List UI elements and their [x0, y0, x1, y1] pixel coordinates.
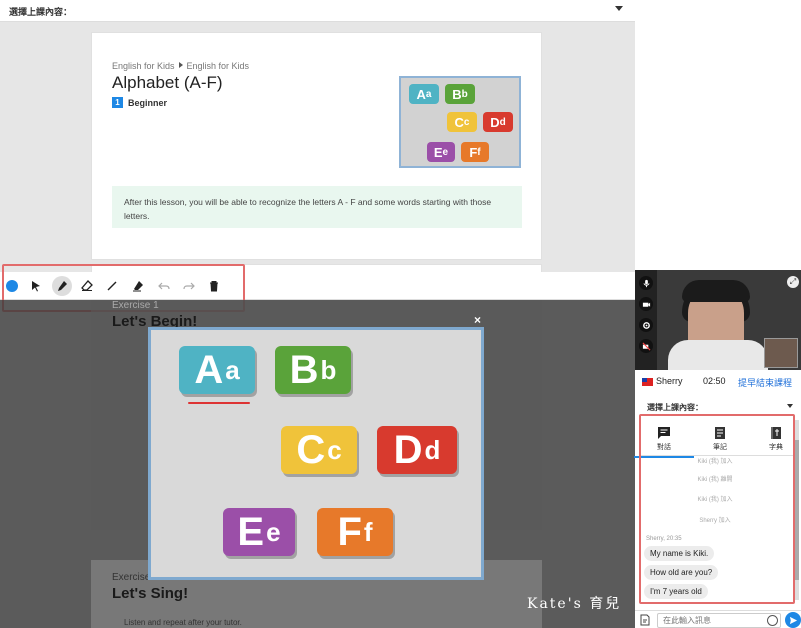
chat-system-message: Kiki (我) 加入 [697, 459, 733, 465]
exercise-title: Let's Sing! [112, 585, 189, 602]
chat-sender-meta: Sherry, 20:35 [646, 536, 682, 542]
breadcrumb-item[interactable]: English for Kids [187, 61, 250, 71]
classroom-window: { "topbar": { "select_label": "選擇上課內容：" … [0, 0, 801, 628]
chevron-down-icon[interactable] [615, 6, 623, 11]
end-class-link[interactable]: 提早結束課程 [738, 376, 792, 389]
lesson-header-card: English for Kids English for Kids Alphabe… [91, 32, 542, 260]
chat-input[interactable] [657, 613, 781, 628]
chat-system-message: Kiki (我) 離開 [697, 477, 733, 483]
gear-icon [642, 321, 650, 329]
tab-dictionary[interactable]: 字典 [758, 426, 794, 452]
exercise-instruction: Listen and repeat after your tutor. [112, 610, 522, 628]
course-select-bar[interactable]: 選擇上課內容： [0, 0, 635, 22]
clear-all-button[interactable] [205, 277, 223, 295]
select-tool-button[interactable] [27, 277, 45, 295]
letter-card-f: Ff [317, 508, 393, 556]
level-badge: 1 Beginner [112, 97, 167, 108]
thumb-letter-c: Cc [447, 112, 477, 132]
hide-video-button[interactable] [639, 339, 653, 353]
color-picker-button[interactable] [3, 277, 21, 295]
marker-icon [58, 281, 67, 291]
notes-icon [715, 427, 725, 439]
undo-button[interactable] [155, 277, 173, 295]
right-course-select-label: 選擇上課內容： [647, 403, 703, 412]
chat-system-message: Sherry 加入 [699, 518, 731, 524]
exercise-label: Exercise 1 [112, 300, 159, 311]
letter-card-a: Aa [179, 346, 255, 394]
close-icon[interactable]: × [474, 313, 481, 327]
chat-log: Kiki (我) 加入 Kiki (我) 離開 Kiki (我) 加入 Sher… [640, 452, 790, 602]
line-tool-button[interactable] [103, 277, 121, 295]
level-number: 1 [112, 97, 123, 108]
send-button[interactable] [785, 612, 801, 628]
line-icon [107, 281, 117, 291]
eraser-tool-button[interactable] [78, 277, 96, 295]
letter-card-d: Dd [377, 426, 457, 474]
tutor-info-row: Sherry 02:50 提早結束課程 [635, 370, 801, 394]
chat-message: I'm 7 years old [644, 584, 708, 599]
chat-message: My name is Kiki. [644, 546, 715, 561]
caret-right-icon [178, 62, 183, 68]
settings-button[interactable] [639, 318, 653, 332]
letter-card-c: Cc [281, 426, 357, 474]
eraser-icon [81, 280, 93, 291]
redo-icon [183, 282, 195, 290]
tab-notes[interactable]: 筆記 [702, 426, 738, 452]
select-icon [32, 281, 40, 292]
undo-icon [158, 282, 170, 290]
chat-system-message: Kiki (我) 加入 [697, 497, 733, 503]
student-video-pip [764, 338, 798, 368]
camera-button[interactable] [639, 297, 653, 311]
highlighter-tool-button[interactable] [129, 277, 147, 295]
chat-scrollbar-thumb[interactable] [795, 440, 799, 580]
letter-card-e: Ee [223, 508, 295, 556]
trash-icon [210, 281, 218, 292]
chat-message: How old are you? [644, 565, 719, 580]
tab-chat-label: 對話 [657, 444, 671, 451]
tutor-name: Sherry [656, 376, 683, 386]
emoji-icon[interactable] [767, 615, 778, 626]
expand-icon[interactable]: ⤢ [787, 276, 799, 288]
thumb-letter-e: Ee [427, 142, 455, 162]
tab-dictionary-label: 字典 [769, 444, 783, 451]
watermark-text: Kate's 育兒 [527, 596, 622, 612]
lesson-title: Alphabet (A-F) [112, 73, 223, 92]
annotation-toolbar [0, 272, 635, 300]
send-icon [789, 616, 797, 624]
tutor-video-hairline [682, 280, 750, 302]
color-dot-icon [6, 280, 18, 292]
marker-tool-button[interactable] [52, 276, 72, 296]
thumb-letter-b: Bb [445, 84, 475, 104]
image-modal: Aa Bb Cc Dd Ee Ff [148, 327, 484, 580]
chevron-down-icon[interactable] [787, 404, 793, 408]
class-timer: 02:50 [703, 376, 726, 386]
attach-file-icon[interactable] [639, 614, 651, 626]
tutor-video-shirt [668, 340, 768, 370]
taiwan-flag-icon [642, 378, 653, 386]
video-off-icon [642, 342, 650, 350]
letter-card-b: Bb [275, 346, 351, 394]
exercise-label: Exercise [112, 572, 151, 583]
lesson-thumbnail: Aa Bb Cc Dd Ee Ff [399, 76, 521, 168]
breadcrumb-item[interactable]: English for Kids [112, 61, 175, 71]
chat-icon [658, 427, 670, 439]
thumb-letter-f: Ff [461, 142, 489, 162]
tab-chat[interactable]: 對話 [634, 426, 694, 458]
course-select-label: 選擇上課內容： [9, 7, 73, 17]
mic-button[interactable] [639, 276, 653, 290]
breadcrumb: English for Kids English for Kids [112, 61, 249, 71]
thumb-letter-a: Aa [409, 84, 439, 104]
side-tabs: 對話 筆記 字典 [634, 418, 794, 458]
mic-icon [642, 279, 650, 287]
redo-button[interactable] [180, 277, 198, 295]
dictionary-icon [771, 427, 781, 439]
camera-icon [642, 302, 650, 307]
right-course-select[interactable]: 選擇上課內容： [635, 398, 801, 414]
level-label: Beginner [128, 97, 168, 108]
pen-annotation-stroke [188, 402, 250, 404]
thumb-letter-d: Dd [483, 112, 513, 132]
lesson-objective: After this lesson, you will be able to r… [112, 186, 522, 228]
tab-notes-label: 筆記 [713, 444, 727, 451]
highlighter-icon [133, 281, 143, 292]
